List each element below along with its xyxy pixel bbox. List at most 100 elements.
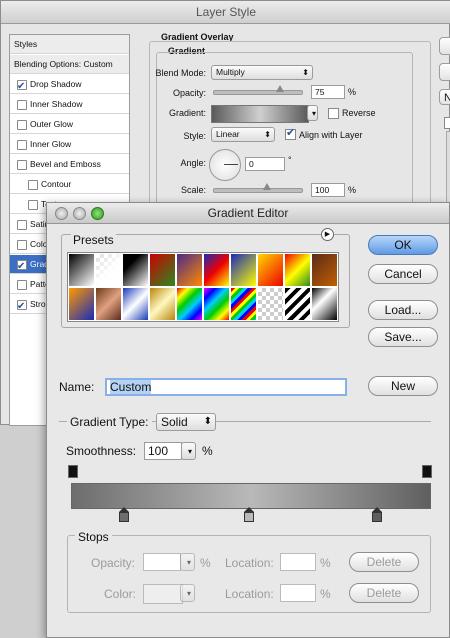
- presets-swatch-grid: [67, 252, 339, 322]
- satin-checkbox[interactable]: [17, 220, 27, 230]
- preset-swatch[interactable]: [257, 253, 284, 287]
- preset-swatch[interactable]: [176, 253, 203, 287]
- stops-title: Stops: [75, 530, 112, 544]
- stop-color-well[interactable]: [143, 584, 183, 604]
- stop-opacity-dropdown[interactable]: ▾: [180, 553, 195, 571]
- gradient-overlay-checkbox[interactable]: [17, 257, 27, 273]
- preset-swatch[interactable]: [284, 287, 311, 321]
- style-item-label: Outer Glow: [30, 119, 73, 129]
- style-item-label: Bevel and Emboss: [30, 159, 101, 169]
- align-with-layer-checkbox[interactable]: ✔: [285, 127, 296, 140]
- stop-location-unit: %: [320, 556, 331, 570]
- inner-shadow-checkbox[interactable]: [17, 100, 27, 110]
- bevel-emboss-checkbox[interactable]: [17, 160, 27, 170]
- blend-mode-value: Multiply: [216, 67, 245, 77]
- preset-swatch[interactable]: [95, 253, 122, 287]
- styles-header-label: Styles: [14, 39, 38, 49]
- gradient-preview[interactable]: [211, 105, 309, 123]
- blend-mode-label: Blend Mode:: [155, 68, 206, 78]
- drop-shadow-checkbox[interactable]: [17, 77, 27, 93]
- presets-menu-icon[interactable]: ▶: [321, 228, 334, 241]
- delete-color-stop-button[interactable]: Delete: [349, 583, 419, 603]
- opacity-stop-left[interactable]: [68, 465, 78, 478]
- style-item-drop-shadow[interactable]: Drop Shadow: [10, 75, 129, 94]
- cancel-button[interactable]: Cancel: [368, 264, 438, 284]
- opacity-input[interactable]: 75: [311, 85, 345, 99]
- style-item-outer-glow[interactable]: Outer Glow: [10, 115, 129, 134]
- preset-swatch[interactable]: [203, 253, 230, 287]
- new-style-button-partial[interactable]: N: [439, 89, 450, 105]
- preset-swatch[interactable]: [176, 287, 203, 321]
- angle-label: Angle:: [180, 158, 206, 168]
- opacity-stop-right[interactable]: [422, 465, 432, 478]
- preset-swatch[interactable]: [68, 287, 95, 321]
- preset-swatch[interactable]: [203, 287, 230, 321]
- style-item-label: Drop Shadow: [30, 79, 82, 89]
- stop-location-label: Location:: [225, 556, 274, 570]
- preset-swatch[interactable]: [122, 253, 149, 287]
- scale-input[interactable]: 100: [311, 183, 345, 197]
- styles-header[interactable]: Styles: [10, 35, 129, 54]
- gradient-type-select[interactable]: Solid ⬍: [156, 413, 216, 431]
- reverse-checkbox[interactable]: [328, 108, 339, 119]
- stop-color-swatch: [119, 512, 129, 522]
- angle-unit: °: [288, 155, 292, 165]
- style-item-label: Inner Glow: [30, 139, 72, 149]
- delete-opacity-stop-button[interactable]: Delete: [349, 552, 419, 572]
- contour-checkbox[interactable]: [28, 180, 38, 190]
- style-item-inner-glow[interactable]: Inner Glow: [10, 135, 129, 154]
- dropdown-arrow-icon: ▾: [311, 109, 316, 118]
- preset-swatch[interactable]: [230, 287, 257, 321]
- color-stop-mid[interactable]: [244, 507, 254, 523]
- texture-checkbox[interactable]: [28, 200, 38, 210]
- ok-button[interactable]: OK: [368, 235, 438, 255]
- blending-options-item[interactable]: Blending Options: Custom: [10, 55, 129, 74]
- preset-swatch[interactable]: [149, 253, 176, 287]
- preset-swatch[interactable]: [149, 287, 176, 321]
- style-item-inner-shadow[interactable]: Inner Shadow: [10, 95, 129, 114]
- angle-input[interactable]: 0: [245, 157, 285, 171]
- angle-dial[interactable]: [209, 149, 241, 181]
- preset-swatch[interactable]: [68, 253, 95, 287]
- style-item-bevel-emboss[interactable]: Bevel and Emboss: [10, 155, 129, 174]
- opacity-slider-thumb[interactable]: [276, 85, 284, 92]
- name-input[interactable]: Custom: [105, 378, 347, 396]
- ok-button-partial[interactable]: [439, 37, 450, 55]
- scale-slider-thumb[interactable]: [263, 183, 271, 190]
- color-overlay-checkbox[interactable]: [17, 240, 27, 250]
- color-stop-right[interactable]: [372, 507, 382, 523]
- blend-mode-select[interactable]: Multiply ⬍: [211, 65, 313, 80]
- preview-checkbox-partial[interactable]: [444, 117, 450, 129]
- stop-location-input[interactable]: [280, 553, 316, 571]
- style-item-contour[interactable]: Contour: [10, 175, 129, 194]
- preset-swatch[interactable]: [257, 287, 284, 321]
- load-button[interactable]: Load...: [368, 300, 438, 320]
- preset-swatch[interactable]: [95, 287, 122, 321]
- preset-swatch[interactable]: [284, 253, 311, 287]
- preset-swatch[interactable]: [311, 253, 338, 287]
- scale-slider[interactable]: [213, 188, 303, 193]
- save-button[interactable]: Save...: [368, 327, 438, 347]
- cancel-button-partial[interactable]: [439, 63, 450, 81]
- opacity-slider[interactable]: [213, 90, 303, 95]
- stop-opacity-input[interactable]: [143, 553, 181, 571]
- dropdown-arrow-icon: ▾: [187, 447, 192, 456]
- gradient-bar[interactable]: [71, 483, 431, 509]
- color-stop-left[interactable]: [119, 507, 129, 523]
- gradient-picker-dropdown[interactable]: ▾: [307, 105, 318, 121]
- stop-location2-unit: %: [320, 587, 331, 601]
- pattern-overlay-checkbox[interactable]: [17, 280, 27, 290]
- opacity-unit: %: [348, 87, 357, 97]
- inner-glow-checkbox[interactable]: [17, 140, 27, 150]
- preset-swatch[interactable]: [311, 287, 338, 321]
- style-select[interactable]: Linear ⬍: [211, 127, 275, 142]
- smoothness-input[interactable]: 100: [144, 442, 182, 460]
- stop-location2-input[interactable]: [280, 584, 316, 602]
- preset-swatch[interactable]: [122, 287, 149, 321]
- smoothness-dropdown[interactable]: ▾: [181, 442, 196, 460]
- stroke-checkbox[interactable]: [17, 297, 27, 313]
- outer-glow-checkbox[interactable]: [17, 120, 27, 130]
- stop-color-dropdown[interactable]: ▾: [180, 584, 195, 602]
- preset-swatch[interactable]: [230, 253, 257, 287]
- new-button[interactable]: New: [368, 376, 438, 396]
